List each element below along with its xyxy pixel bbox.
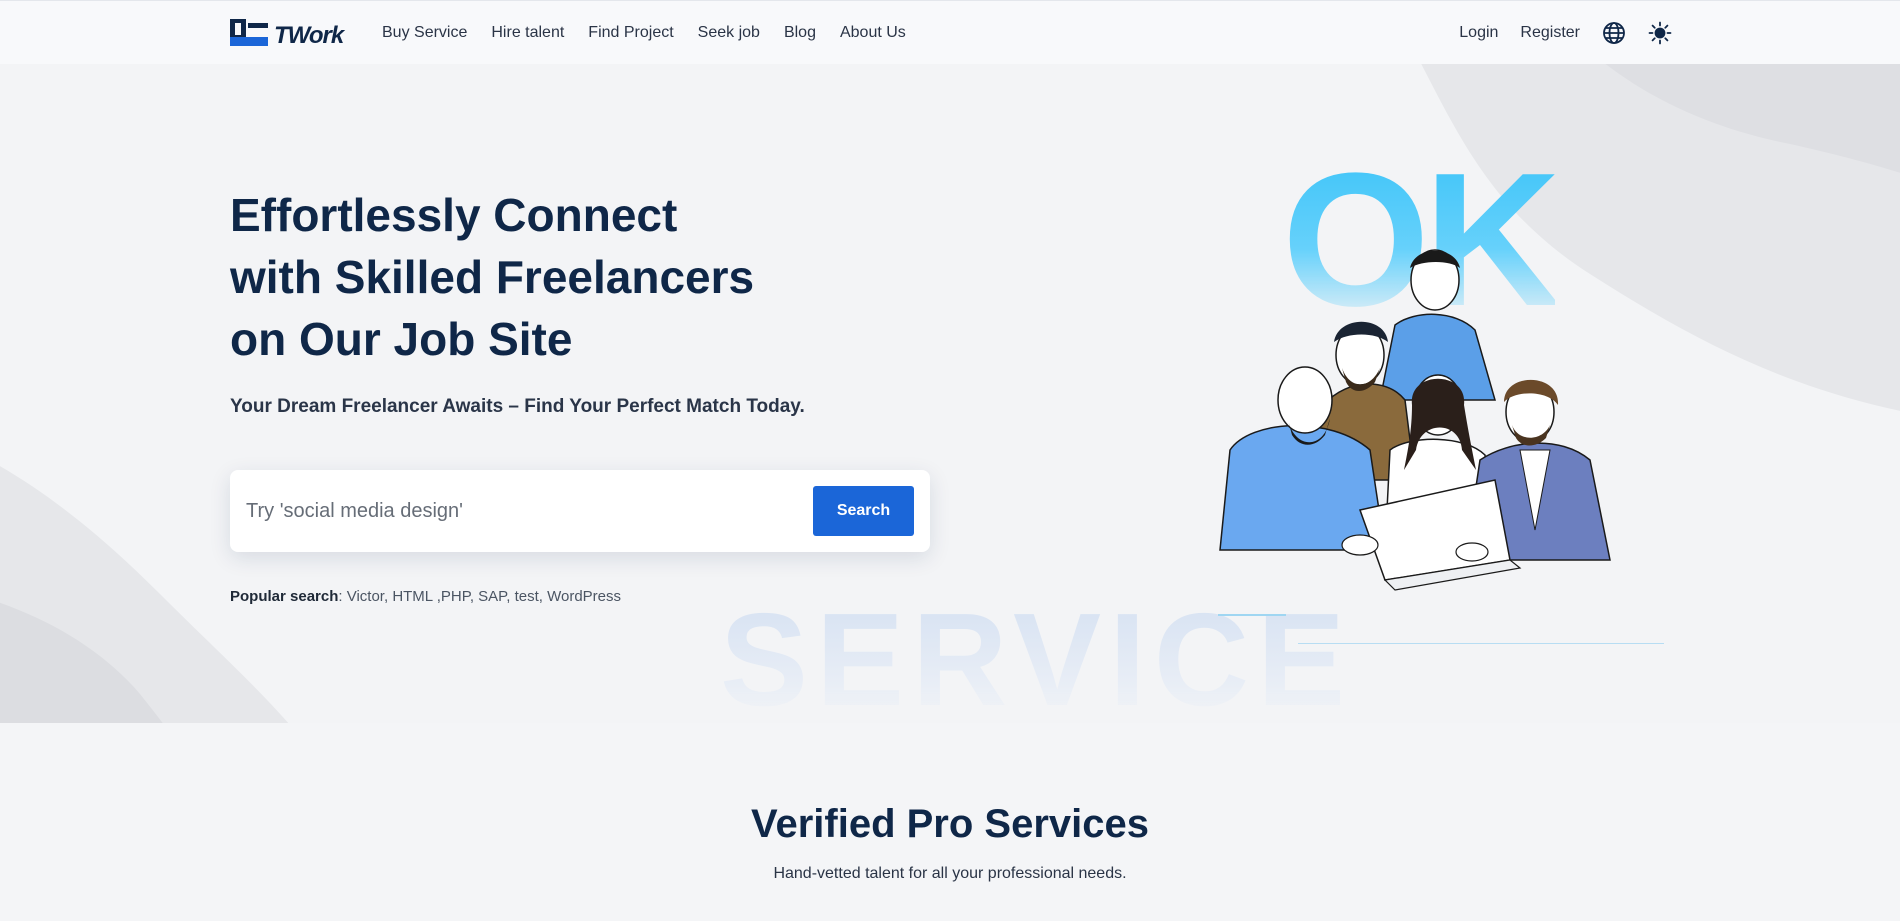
user-nav: Login Register [1459, 1, 1672, 65]
search-button[interactable]: Search [813, 486, 914, 536]
section-subtitle: Hand-vetted talent for all your professi… [773, 865, 1127, 882]
decorative-line [1218, 614, 1286, 616]
team-illustration [1219, 249, 1611, 591]
search-bar: Search [230, 470, 930, 552]
hero-title-line: on Our Job Site [230, 313, 573, 365]
register-link[interactable]: Register [1520, 24, 1580, 42]
main-nav: Buy Service Hire talent Find Project See… [382, 1, 906, 65]
search-input[interactable] [246, 490, 806, 532]
login-link[interactable]: Login [1459, 24, 1498, 42]
nav-seek-job[interactable]: Seek job [698, 24, 760, 42]
popular-search-terms[interactable]: Victor, HTML ,PHP, SAP, test, WordPress [347, 588, 621, 605]
site-logo[interactable]: TWork [230, 19, 356, 47]
sun-icon[interactable] [1648, 21, 1672, 45]
globe-icon[interactable] [1602, 21, 1626, 45]
hero-title: Effortlessly Connect with Skilled Freela… [230, 184, 870, 370]
nav-buy-service[interactable]: Buy Service [382, 24, 467, 42]
section-title: Verified Pro Services [750, 802, 1149, 846]
decorative-blob [0, 466, 289, 723]
top-navbar: TWork Buy Service Hire talent Find Proje… [0, 0, 1900, 64]
hero-title-line: Effortlessly Connect [230, 189, 678, 241]
popular-search: Popular search: Victor, HTML ,PHP, SAP, … [230, 588, 622, 605]
nav-find-project[interactable]: Find Project [588, 24, 673, 42]
hero-section: Effortlessly Connect with Skilled Freela… [0, 64, 1900, 723]
decorative-line [1298, 643, 1664, 644]
popular-search-label: Popular search [230, 588, 339, 605]
svg-text:TWork: TWork [274, 22, 346, 47]
nav-about-us[interactable]: About Us [840, 24, 906, 42]
nav-hire-talent[interactable]: Hire talent [491, 24, 564, 42]
hero-title-line: with Skilled Freelancers [230, 251, 755, 303]
nav-blog[interactable]: Blog [784, 24, 816, 42]
hero-subtitle: Your Dream Freelancer Awaits – Find Your… [230, 396, 805, 417]
